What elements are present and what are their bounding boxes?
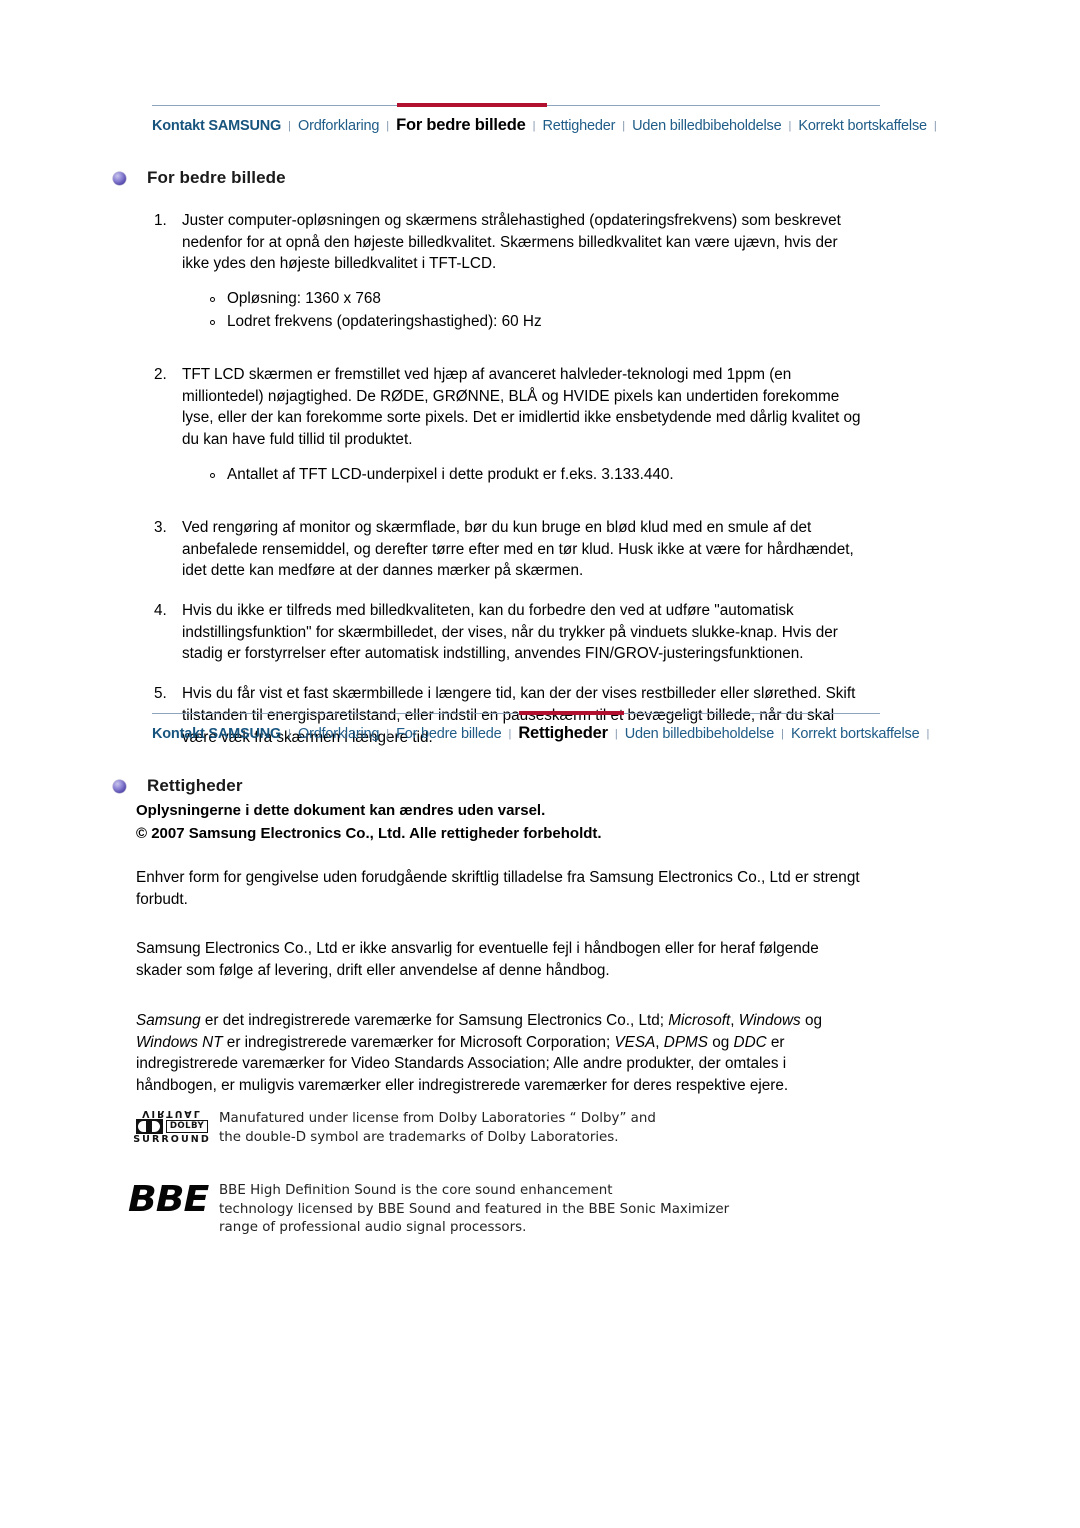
copyright-line-1: Oplysningerne i dette dokument kan ændre… [136,802,546,819]
nav-separator-icon: | [781,728,784,740]
list-item: 4. Hvis du ikke er tilfreds med billedkv… [152,600,867,665]
list-number: 5. [154,685,167,703]
rights-text: er indregistrerede varemærker for Micros… [222,1033,615,1051]
nav-separator-icon: | [788,120,792,132]
list-item: Lodret frekvens (opdateringshastighed): … [210,311,867,334]
list-number: 1. [154,212,167,229]
list-item-text: Ved rengøring af monitor og skærmflade, … [182,518,854,580]
dolby-mark-row: DOLBY [128,1119,216,1134]
nav-link-for-bedre-billede[interactable]: For bedre billede [396,116,526,135]
trademark-term: DDC [733,1033,767,1051]
nav-link-uden-billedbibeholdelse[interactable]: Uden billedbibeholdelse [625,726,775,742]
list-number: 3. [154,518,167,536]
list-item: 1. Juster computer-opløsningen og skærme… [152,210,867,334]
dolby-wordmark: DOLBY [165,1120,209,1133]
rights-paragraph-1: Enhver form for gengivelse uden forudgåe… [136,869,860,908]
trademark-term: DPMS [663,1033,708,1051]
top-navigation-bar[interactable]: Kontakt SAMSUNG | Ordforklaring | For be… [152,103,937,135]
orb-bullet-icon [113,779,126,793]
rights-text: , [730,1011,739,1029]
page-title: Rettigheder [147,776,243,795]
section-heading-rettigheder: Rettigheder [113,776,243,796]
sub-bullet-list: Opløsning: 1360 x 768 Lodret frekvens (o… [182,288,867,334]
trademark-term: VESA [614,1033,656,1051]
copyright-notice: Oplysningerne i dette dokument kan ændre… [136,800,867,845]
orb-bullet-icon [113,171,126,185]
list-item: 3. Ved rengøring af monitor og skærmflad… [152,517,867,582]
nav-link-rettigheder[interactable]: Rettigheder [542,118,615,134]
nav-separator-icon: | [926,728,930,740]
trademark-term: Windows NT [136,1033,223,1051]
dolby-license-block: VIRTUAL DOLBY SURROUND Manufatured under… [128,1106,748,1147]
rights-text: og [708,1033,734,1051]
nav-items-row: Kontakt SAMSUNG | Ordforklaring | For be… [152,716,929,743]
list-item-text: Hvis du ikke er tilfreds med billedkvali… [182,602,838,663]
dolby-text-line-2: the double-D symbol are trademarks of Do… [219,1129,619,1145]
list-item: Opløsning: 1360 x 768 [210,288,867,311]
bbe-license-block: BBE BBE High Definition Sound is the cor… [128,1180,748,1238]
nav-separator-icon: | [532,120,536,132]
rights-content: Oplysningerne i dette dokument kan ændre… [136,800,867,1114]
list-item-text: TFT LCD skærmen er fremstillet ved hjæp … [182,366,861,449]
section-heading-for-bedre-billede: For bedre billede [113,168,286,188]
list-number: 4. [154,602,167,619]
dolby-surround-text: SURROUND [133,1134,211,1145]
bbe-license-text: BBE High Definition Sound is the core so… [216,1180,729,1238]
bbe-text-line-1: BBE High Definition Sound is the core so… [219,1183,613,1198]
rights-text: er det indregistrerede varemærke for Sam… [200,1011,669,1029]
nav-link-rettigheder[interactable]: Rettigheder [518,724,608,743]
nav-separator-icon: | [288,728,291,740]
bbe-logo: BBE [128,1179,209,1220]
bbe-text-line-3: range of professional audio signal proce… [219,1220,527,1235]
trademark-term: Microsoft [668,1011,731,1029]
sub-bullet-list: Antallet af TFT LCD-underpixel i dette p… [182,464,867,487]
picture-quality-content: 1. Juster computer-opløsningen og skærme… [152,210,867,766]
list-item: Antallet af TFT LCD-underpixel i dette p… [210,464,867,487]
rights-text: , [655,1033,664,1051]
numbered-list: 1. Juster computer-opløsningen og skærme… [152,210,867,748]
nav-separator-icon: | [622,120,626,132]
nav-separator-icon: | [386,728,390,740]
nav-separator-icon: | [933,120,937,132]
manual-page: Kontakt SAMSUNG | Ordforklaring | For be… [0,0,1080,1528]
rights-text: og [800,1011,822,1029]
dolby-virtual-surround-logo: VIRTUAL DOLBY SURROUND [128,1106,216,1145]
rights-paragraph-3: Samsung er det indregistrerede varemærke… [136,1010,867,1097]
rights-paragraph-2: Samsung Electronics Co., Ltd er ikke ans… [136,940,819,980]
nav-separator-icon: | [288,120,291,132]
nav-horizontal-rule [152,713,880,714]
nav-link-ordforklaring[interactable]: Ordforklaring [298,118,379,134]
list-item: 2. TFT LCD skærmen er fremstillet ved hj… [152,364,867,487]
list-item-text: Juster computer-opløsningen og skærmens … [182,212,841,273]
nav-link-korrekt-bortskaffelse[interactable]: Korrekt bortskaffelse [791,726,920,742]
nav-active-indicator [519,711,624,715]
trademark-term: Windows [738,1011,801,1029]
nav-link-kontakt-samsung[interactable]: Kontakt SAMSUNG [152,726,281,742]
dolby-text-line-1: Manufatured under license from Dolby Lab… [219,1111,656,1126]
nav-link-korrekt-bortskaffelse[interactable]: Korrekt bortskaffelse [798,118,927,134]
nav-active-indicator [397,103,547,107]
nav-link-ordforklaring[interactable]: Ordforklaring [298,726,379,742]
list-number: 2. [154,366,167,384]
nav-separator-icon: | [386,120,390,132]
bbe-text-line-2: technology licensed by BBE Sound and fea… [219,1201,730,1217]
copyright-line-2: © 2007 Samsung Electronics Co., Ltd. All… [136,824,602,842]
dolby-license-text: Manufatured under license from Dolby Lab… [216,1106,656,1147]
nav-link-uden-billedbibeholdelse[interactable]: Uden billedbibeholdelse [632,118,782,134]
bottom-navigation-bar[interactable]: Kontakt SAMSUNG | Ordforklaring | For be… [152,711,929,743]
nav-link-kontakt-samsung[interactable]: Kontakt SAMSUNG [152,118,281,134]
nav-items-row: Kontakt SAMSUNG | Ordforklaring | For be… [152,108,937,135]
nav-link-for-bedre-billede[interactable]: For bedre billede [396,726,502,742]
nav-rule-container [152,711,880,716]
nav-rule-container [152,103,880,108]
dolby-virtual-text: VIRTUAL [142,1108,202,1119]
trademark-term: Samsung [136,1011,201,1029]
page-title: For bedre billede [147,168,286,187]
nav-separator-icon: | [508,728,512,740]
double-d-symbol-icon [135,1119,163,1134]
nav-separator-icon: | [614,728,618,740]
